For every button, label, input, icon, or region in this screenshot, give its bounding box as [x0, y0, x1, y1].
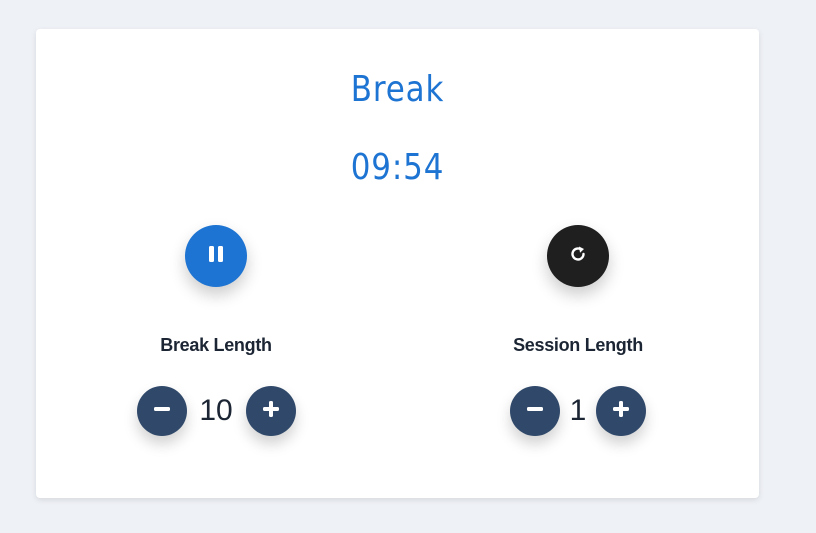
break-length-value: 10 — [199, 394, 233, 427]
session-length-label: Session Length — [513, 335, 643, 355]
plus-icon — [262, 400, 280, 423]
play-pause-button[interactable] — [185, 225, 247, 287]
break-decrement-button[interactable] — [137, 386, 187, 436]
timer-display: 09:54 — [350, 147, 445, 188]
plus-icon — [612, 400, 630, 423]
session-length-value: 1 — [569, 394, 587, 427]
break-length-label: Break Length — [160, 335, 272, 355]
reset-button[interactable] — [547, 225, 609, 287]
break-increment-button[interactable] — [246, 386, 296, 436]
minus-icon — [526, 400, 544, 423]
timer-label: Break — [350, 69, 445, 110]
timer-card: Break 09:54 Break Length Session Length … — [36, 29, 759, 498]
pause-icon — [206, 244, 226, 269]
session-increment-button[interactable] — [596, 386, 646, 436]
refresh-icon — [568, 244, 588, 269]
minus-icon — [153, 400, 171, 423]
session-decrement-button[interactable] — [510, 386, 560, 436]
